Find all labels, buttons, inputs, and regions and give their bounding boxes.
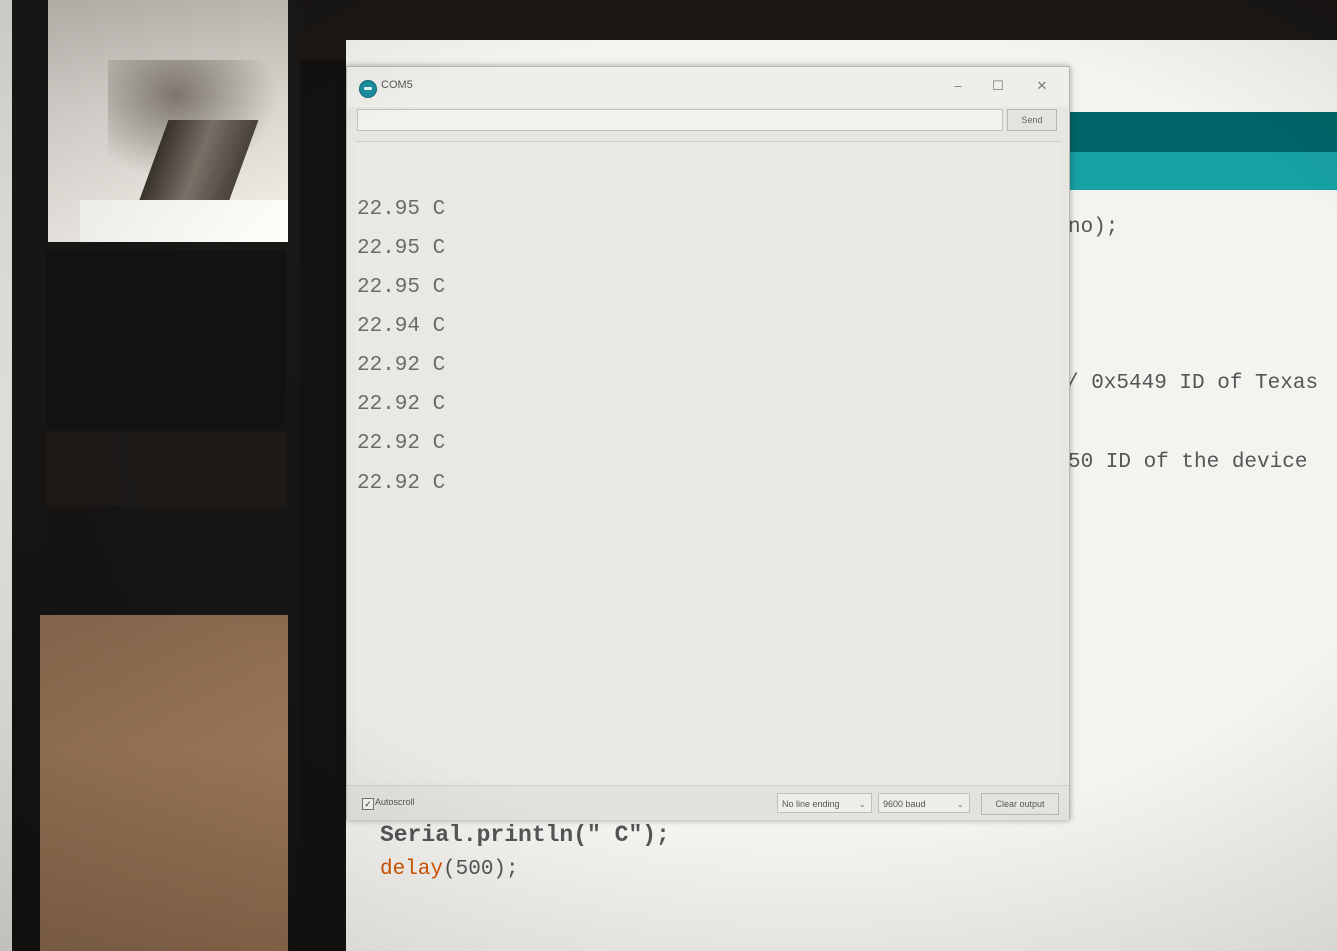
serial-output-area[interactable]: 22.95 C 22.95 C 22.95 C 22.94 C 22.92 C …	[355, 141, 1061, 782]
output-line: 22.92 C	[357, 432, 446, 455]
window-title: COM5	[381, 79, 413, 91]
send-input[interactable]	[357, 109, 1003, 131]
autoscroll-label: Autoscroll	[375, 797, 415, 807]
status-bar: ✓ Autoscroll No line ending ⌄ 9600 baud …	[347, 785, 1069, 820]
output-line: 22.92 C	[357, 354, 446, 377]
line-ending-select[interactable]: No line ending ⌄	[777, 793, 872, 813]
output-line: 22.92 C	[357, 393, 446, 416]
dark-panel	[46, 250, 286, 430]
chevron-down-icon: ⌄	[858, 799, 866, 809]
close-button[interactable]: ✕	[1029, 75, 1055, 97]
ceiling-light	[80, 200, 288, 242]
send-row: Send	[347, 107, 1069, 137]
output-line: 22.95 C	[357, 198, 446, 221]
ide-tab-bar	[1046, 152, 1337, 190]
output-line: 22.95 C	[357, 237, 446, 260]
dark-panel	[46, 510, 286, 610]
output-line: 22.92 C	[357, 472, 446, 495]
output-line: 22.94 C	[357, 315, 446, 338]
send-button[interactable]: Send	[1007, 109, 1057, 131]
wooden-desk	[40, 615, 288, 951]
dark-panel	[46, 432, 286, 506]
minimize-button[interactable]: –	[945, 75, 971, 97]
baud-rate-value: 9600 baud	[883, 799, 926, 809]
code-line: no);	[1068, 216, 1119, 239]
arduino-icon	[359, 80, 377, 98]
code-line: delay(500);	[380, 858, 519, 881]
code-line: Serial.println(" C");	[380, 822, 670, 848]
line-ending-value: No line ending	[782, 799, 840, 809]
code-argument: (500);	[443, 858, 519, 881]
output-line: 22.95 C	[357, 276, 446, 299]
chevron-down-icon: ⌄	[956, 799, 964, 809]
ceiling-view	[48, 0, 288, 242]
title-bar[interactable]: COM5 – ☐ ✕	[347, 67, 1069, 107]
baud-rate-select[interactable]: 9600 baud ⌄	[878, 793, 970, 813]
ide-toolbar	[1046, 112, 1337, 152]
code-keyword: delay	[380, 858, 444, 881]
maximize-button[interactable]: ☐	[985, 75, 1011, 97]
autoscroll-checkbox[interactable]: ✓	[362, 798, 374, 810]
serial-monitor-window: COM5 – ☐ ✕ Send 22.95 C 22.95 C 22.95 C …	[346, 66, 1070, 820]
clear-output-button[interactable]: Clear output	[981, 793, 1059, 815]
code-line: / 0x5449 ID of Texas	[1066, 372, 1319, 395]
wall-strip	[0, 0, 12, 951]
code-line: 50 ID of the device	[1068, 451, 1308, 474]
